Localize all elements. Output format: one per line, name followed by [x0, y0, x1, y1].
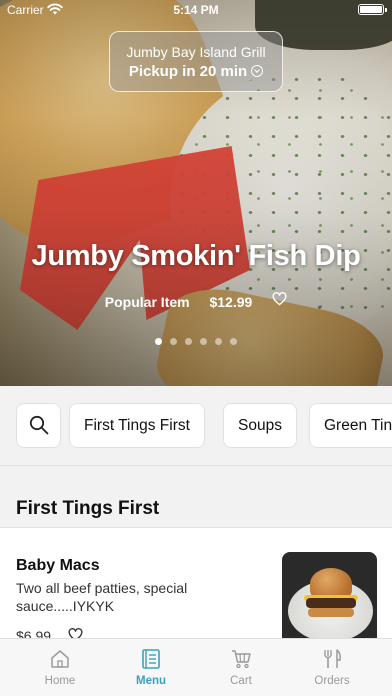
tab-bar: Home Menu Cart Orders — [0, 638, 392, 696]
battery-level — [360, 6, 382, 13]
hero-banner[interactable]: Carrier 5:14 PM Jumby Bay Island Grill P… — [0, 0, 392, 386]
featured-item-meta: Popular Item $12.99 — [0, 292, 392, 310]
menu-item-photo — [282, 552, 377, 652]
tab-label: Orders — [314, 675, 350, 687]
tab-label: Home — [44, 675, 76, 687]
carousel-dot[interactable] — [200, 338, 207, 345]
tab-label: Cart — [230, 675, 252, 687]
carousel-dot[interactable] — [230, 338, 237, 345]
cart-icon — [232, 650, 251, 669]
app-screen: Carrier 5:14 PM Jumby Bay Island Grill P… — [0, 0, 392, 696]
carousel-dot[interactable] — [155, 338, 162, 345]
pickup-time: Pickup in 20 min — [128, 63, 248, 80]
menu-item-name: Baby Macs — [16, 557, 100, 574]
tab-cart[interactable]: Cart — [196, 639, 286, 696]
burger-bun-bottom — [308, 608, 354, 617]
featured-item-tag: Popular Item — [104, 294, 190, 311]
pickup-time-row: Pickup in 20 min — [110, 63, 282, 80]
tab-menu[interactable]: Menu — [106, 639, 196, 696]
carousel-dot[interactable] — [215, 338, 222, 345]
favorite-heart-icon[interactable] — [272, 292, 287, 306]
status-bar: Carrier 5:14 PM — [0, 0, 392, 20]
burger-patty — [306, 598, 356, 608]
status-time: 5:14 PM — [173, 3, 219, 17]
home-icon — [51, 650, 69, 668]
featured-item-title: Jumby Smokin' Fish Dip — [31, 240, 361, 272]
carousel-dot[interactable] — [170, 338, 177, 345]
menu-book-icon — [142, 649, 160, 669]
chevron-down-circle-icon — [251, 65, 264, 77]
restaurant-name: Jumby Bay Island Grill — [126, 44, 266, 60]
category-bar: First Tings First Soups Green Tings — [0, 386, 392, 466]
tab-label: Menu — [135, 675, 167, 687]
battery-icon — [358, 4, 387, 15]
category-chip[interactable]: Soups — [223, 403, 297, 448]
carousel-dots[interactable] — [0, 332, 392, 350]
section-title: First Tings First — [16, 498, 160, 519]
featured-item-price: $12.99 — [209, 294, 253, 311]
carousel-dot[interactable] — [185, 338, 192, 345]
category-chip[interactable]: Green Tings — [309, 403, 392, 448]
search-button[interactable] — [16, 403, 61, 448]
pickup-selector[interactable]: Jumby Bay Island Grill Pickup in 20 min — [109, 31, 283, 92]
search-icon — [29, 415, 49, 435]
tab-orders[interactable]: Orders — [287, 639, 377, 696]
category-chip[interactable]: First Tings First — [69, 403, 205, 448]
menu-item-description: Two all beef patties, special sauce.....… — [16, 580, 188, 614]
tab-home[interactable]: Home — [15, 639, 105, 696]
fork-knife-icon — [324, 649, 341, 668]
section-header: First Tings First — [0, 466, 392, 528]
menu-item-card[interactable]: Baby Macs Two all beef patties, special … — [0, 528, 392, 652]
